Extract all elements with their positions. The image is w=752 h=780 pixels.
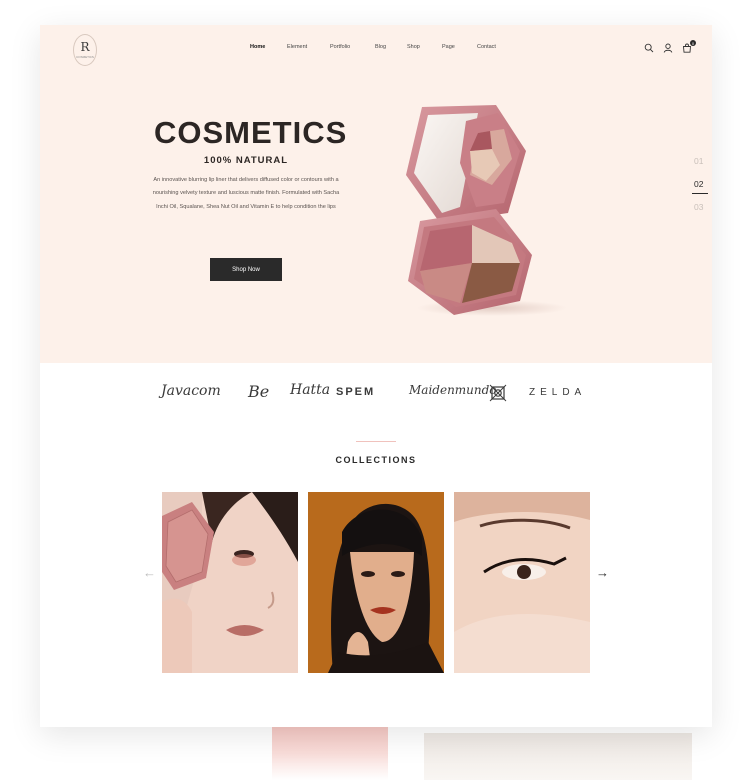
site-logo[interactable]: R COSMETICS [73,34,97,66]
brand-strip: Javacom Be Hatta SPEM Maidenmundo ZELDA [40,363,712,429]
nav-element[interactable]: Element [287,44,307,50]
logo-letter: R [80,40,90,54]
page-card: R COSMETICS Home Element Portfolio Blog … [40,25,712,727]
logo-subtext: COSMETICS [76,55,94,59]
nav-shop[interactable]: Shop [407,44,420,50]
carousel-prev-arrow[interactable]: ← [143,566,156,579]
collections-divider [356,441,396,442]
search-icon[interactable] [644,43,654,53]
hero-title: COSMETICS [154,115,348,150]
brand-logo-geometric-icon[interactable] [489,384,507,402]
next-section-image-right [424,733,692,780]
brand-logo-zelda[interactable]: ZELDA [529,387,586,398]
nav-portfolio[interactable]: Portfolio [330,44,350,50]
brand-logo-javacom[interactable]: Javacom [161,383,221,399]
collection-image-2[interactable] [308,492,444,673]
collection-image-1[interactable] [162,492,298,673]
hero-section: R COSMETICS Home Element Portfolio Blog … [40,25,712,363]
active-slide-underline [692,193,708,194]
brand-logo-be[interactable]: Be [248,382,269,401]
collections-title: COLLECTIONS [335,455,417,465]
user-icon[interactable] [663,43,673,53]
nav-blog[interactable]: Blog [375,44,386,50]
shop-now-button[interactable]: Shop Now [210,258,282,281]
brand-logo-maidenmundo[interactable]: Maidenmundo [409,383,497,397]
slide-indicator-2[interactable]: 02 [694,179,703,189]
cart-count-badge: 0 [690,40,696,46]
hero-product-image [406,105,567,316]
brand-logo-hatta[interactable]: Hatta [290,382,330,398]
nav-contact[interactable]: Contact [477,44,496,50]
nav-home[interactable]: Home [250,44,265,50]
hero-subtitle: 100% NATURAL [203,155,289,166]
nav-page[interactable]: Page [442,44,455,50]
hero-description: An innovative blurring lip liner that de… [152,177,340,210]
carousel-next-arrow[interactable]: → [596,566,609,579]
brand-logo-spem[interactable]: SPEM [336,386,375,398]
slide-indicator-1[interactable]: 01 [694,156,703,166]
slide-indicator-3[interactable]: 03 [694,202,703,212]
collection-image-3[interactable] [454,492,590,673]
